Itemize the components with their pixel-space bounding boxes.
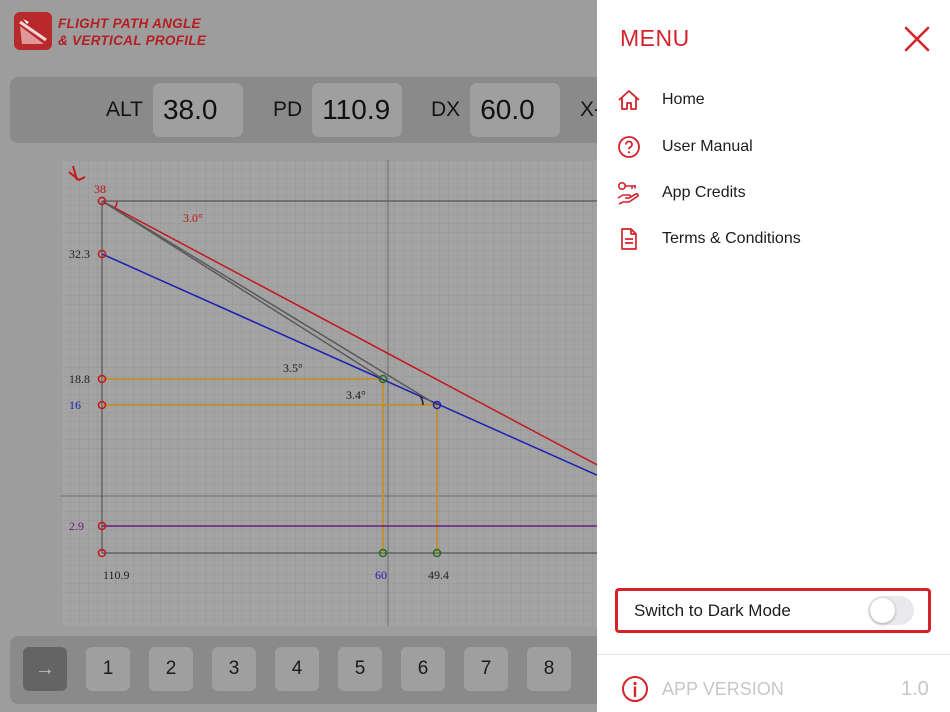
menu-item-app-credits-label: App Credits bbox=[662, 184, 746, 201]
param-pd: PD 110.9 bbox=[273, 82, 403, 138]
dark-mode-row: Switch to Dark Mode bbox=[615, 588, 931, 633]
toggle-knob bbox=[870, 598, 895, 623]
menu-item-user-manual[interactable]: User Manual bbox=[615, 131, 925, 163]
label-dist-49-4: 49.4 bbox=[428, 568, 449, 582]
menu-item-home-label: Home bbox=[662, 91, 705, 108]
param-alt-label: ALT bbox=[106, 98, 143, 121]
label-alt-32-3: 32.3 bbox=[69, 247, 90, 261]
param-dx: DX 60.0 bbox=[431, 82, 561, 138]
document-icon bbox=[615, 225, 643, 253]
label-alt-16: 16 bbox=[69, 398, 81, 412]
menu-title: MENU bbox=[620, 25, 690, 51]
vertical-profile-graph: 38 3.0° 32.3 3.5° 18.8 3.4° 16 2.9 110.9… bbox=[61, 160, 601, 626]
step-button-5[interactable]: 5 bbox=[338, 647, 382, 691]
param-pd-input[interactable]: 110.9 bbox=[312, 83, 403, 137]
hand-key-icon bbox=[615, 179, 643, 207]
step-button-8[interactable]: 8 bbox=[527, 647, 571, 691]
menu-item-user-manual-label: User Manual bbox=[662, 138, 753, 155]
label-dist-60: 60 bbox=[375, 568, 387, 582]
param-alt: ALT 38.0 bbox=[106, 82, 243, 138]
menu-divider bbox=[597, 654, 950, 655]
param-dx-input[interactable]: 60.0 bbox=[470, 83, 561, 137]
menu-item-terms[interactable]: Terms & Conditions bbox=[615, 223, 925, 255]
label-angle-3-4: 3.4° bbox=[346, 388, 366, 402]
side-menu: MENU Home User Manual App Credits Terms … bbox=[597, 0, 950, 712]
param-dx-label: DX bbox=[431, 98, 461, 121]
app-title: FLIGHT PATH ANGLE & VERTICAL PROFILE bbox=[58, 15, 206, 49]
app-version-label: APP VERSION bbox=[662, 679, 784, 699]
step-button-4[interactable]: 4 bbox=[275, 647, 319, 691]
param-alt-input[interactable]: 38.0 bbox=[152, 83, 243, 137]
label-dist-110-9: 110.9 bbox=[103, 568, 130, 582]
next-arrow-button[interactable]: → bbox=[23, 647, 67, 691]
dark-mode-toggle[interactable] bbox=[868, 596, 914, 625]
dark-mode-label: Switch to Dark Mode bbox=[634, 601, 791, 620]
step-button-2[interactable]: 2 bbox=[149, 647, 193, 691]
label-angle-3-5: 3.5° bbox=[283, 361, 303, 375]
menu-item-terms-label: Terms & Conditions bbox=[662, 230, 801, 247]
question-circle-icon bbox=[615, 133, 643, 161]
step-button-6[interactable]: 6 bbox=[401, 647, 445, 691]
step-button-7[interactable]: 7 bbox=[464, 647, 508, 691]
info-icon bbox=[622, 676, 648, 702]
label-alt-2-9: 2.9 bbox=[69, 519, 84, 533]
home-icon bbox=[615, 86, 643, 114]
menu-item-home[interactable]: Home bbox=[615, 84, 925, 116]
app-logo bbox=[14, 12, 52, 50]
step-button-3[interactable]: 3 bbox=[212, 647, 256, 691]
label-alt-top: 38 bbox=[94, 182, 106, 196]
label-alt-18-8: 18.8 bbox=[69, 372, 90, 386]
menu-item-app-credits[interactable]: App Credits bbox=[615, 177, 925, 209]
step-button-1[interactable]: 1 bbox=[86, 647, 130, 691]
app-version-value: 1.0 bbox=[901, 678, 929, 700]
param-pd-label: PD bbox=[273, 98, 303, 121]
label-angle-red: 3.0° bbox=[183, 211, 203, 225]
app-title-line1: FLIGHT PATH ANGLE bbox=[58, 16, 201, 31]
app-title-line2: & VERTICAL PROFILE bbox=[58, 33, 207, 48]
close-icon[interactable] bbox=[903, 25, 931, 53]
